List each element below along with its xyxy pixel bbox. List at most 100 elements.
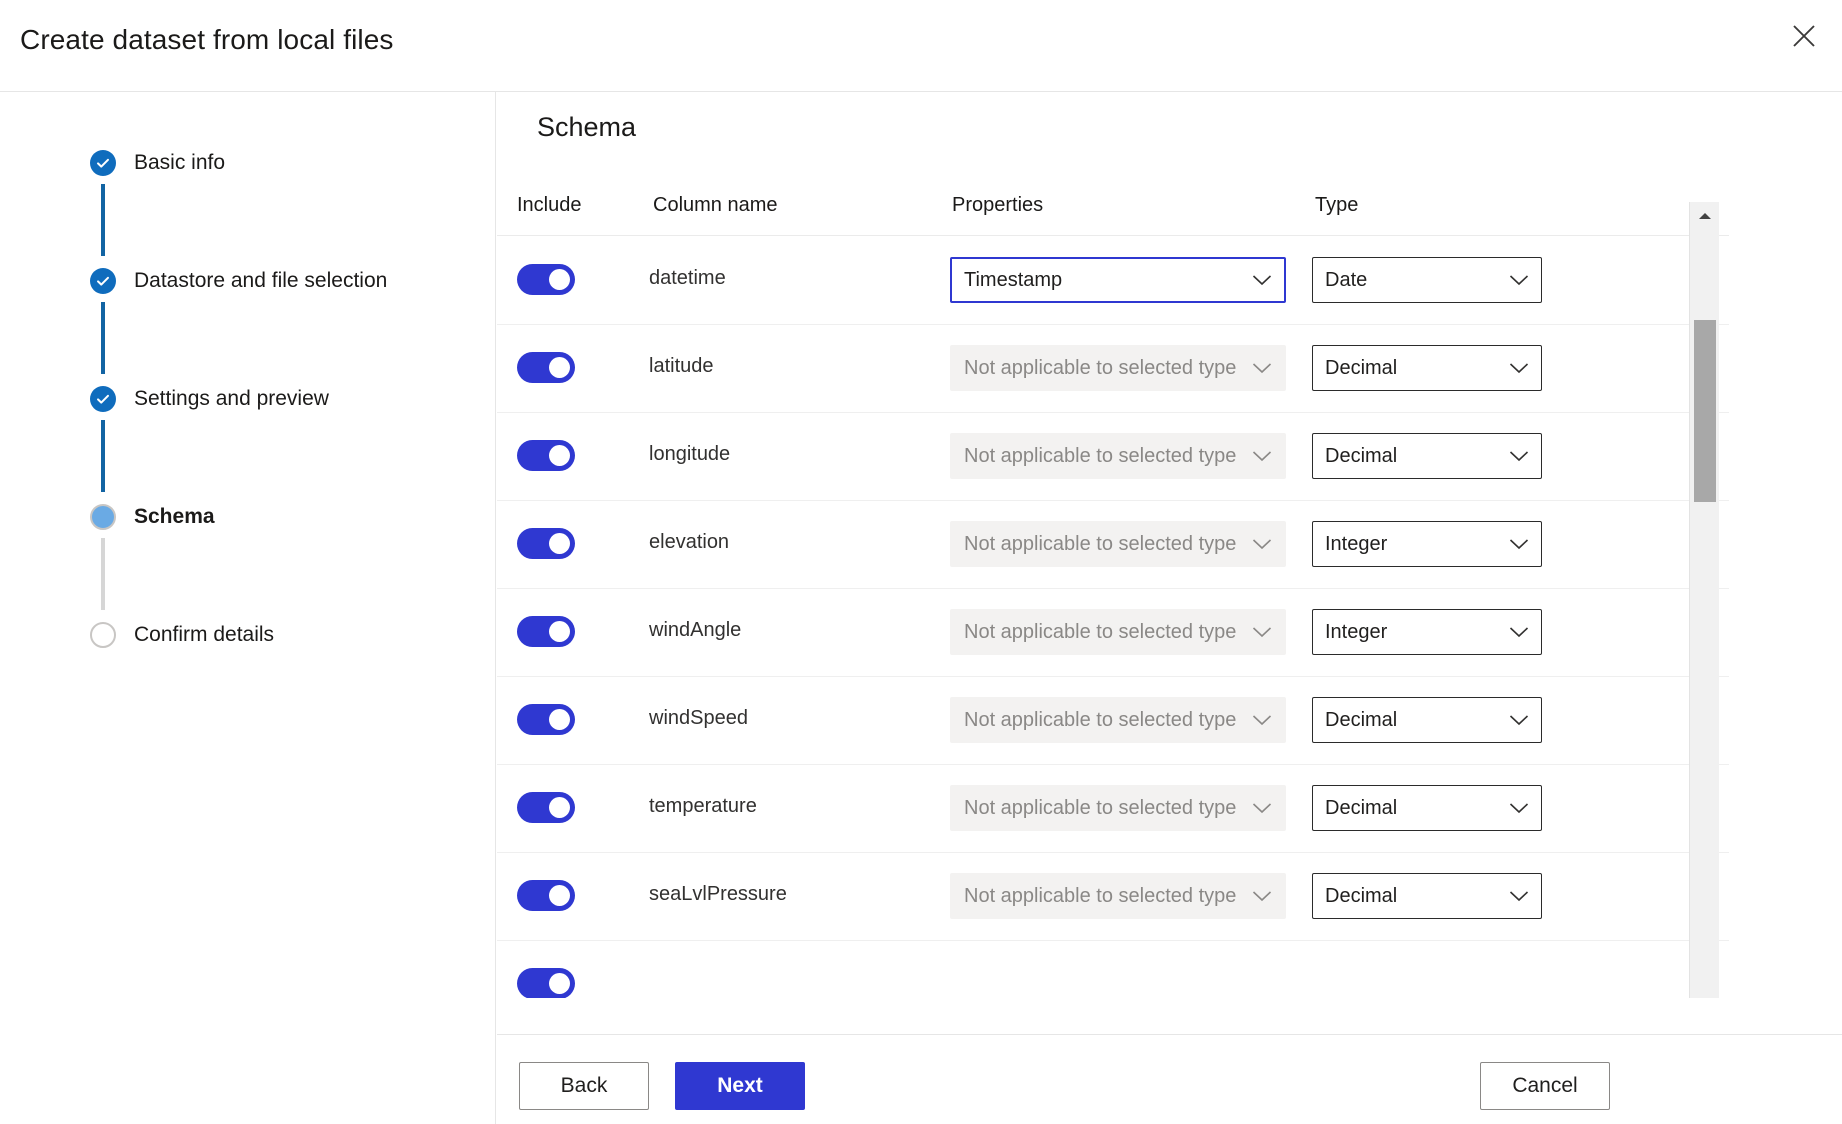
table-row: windSpeed Not applicable to selected type…: [497, 677, 1729, 765]
type-dropdown-value: Decimal: [1313, 357, 1397, 380]
properties-dropdown-value: Not applicable to selected type: [950, 445, 1236, 468]
properties-dropdown-value: Timestamp: [952, 269, 1062, 292]
table-row: seaLvlPressure Not applicable to selected…: [497, 853, 1729, 941]
type-dropdown[interactable]: Decimal: [1312, 697, 1542, 743]
toggle-knob: [549, 709, 570, 730]
include-toggle[interactable]: [517, 880, 575, 911]
type-dropdown-value: Decimal: [1313, 709, 1397, 732]
wizard-rail: Basic info Datastore and file selection: [0, 92, 496, 1124]
schema-table: Include Column name Properties Type date…: [497, 154, 1729, 998]
properties-dropdown-value: Not applicable to selected type: [950, 885, 1236, 908]
properties-dropdown[interactable]: Not applicable to selected type: [950, 521, 1286, 567]
chevron-down-icon: [1509, 450, 1529, 463]
close-button[interactable]: [1780, 12, 1828, 60]
table-row: latitudeNot applicable to selected typeD…: [497, 325, 1729, 413]
include-toggle[interactable]: [517, 792, 575, 823]
column-name-cell: longitude: [649, 443, 730, 466]
type-dropdown-value: Decimal: [1313, 445, 1397, 468]
properties-dropdown[interactable]: Timestamp: [950, 257, 1286, 303]
chevron-down-icon: [1252, 714, 1272, 727]
caret-up-icon: [1698, 208, 1712, 226]
table-row: elevation Not applicable to selected type…: [497, 501, 1729, 589]
properties-dropdown[interactable]: Not applicable to selected type: [950, 433, 1286, 479]
schema-table-body: datetime Timestamp Date latitudeNot applica…: [497, 237, 1729, 998]
column-name-cell: datetime: [649, 267, 726, 290]
section-title: Schema: [537, 112, 636, 143]
include-toggle[interactable]: [517, 352, 575, 383]
properties-dropdown[interactable]: Not applicable to selected type: [950, 785, 1286, 831]
wizard-step-label: Basic info: [134, 150, 225, 176]
cancel-button[interactable]: Cancel: [1480, 1062, 1610, 1110]
step-connector: [101, 538, 105, 610]
chevron-down-icon: [1252, 274, 1272, 287]
chevron-down-icon: [1252, 890, 1272, 903]
column-name-cell: seaLvlPressure: [649, 883, 787, 906]
column-header-include: Include: [517, 194, 582, 217]
type-dropdown-value: Date: [1313, 269, 1367, 292]
properties-dropdown[interactable]: Not applicable to selected type: [950, 345, 1286, 391]
chevron-down-icon: [1252, 538, 1272, 551]
properties-dropdown[interactable]: Not applicable to selected type: [950, 609, 1286, 655]
step-connector: [101, 184, 105, 256]
main-panel: Schema Include Column name Properties Ty…: [497, 92, 1842, 1124]
column-header-column-name: Column name: [653, 194, 778, 217]
type-dropdown[interactable]: Integer: [1312, 521, 1542, 567]
vertical-scrollbar[interactable]: [1689, 202, 1719, 998]
type-dropdown[interactable]: Decimal: [1312, 785, 1542, 831]
toggle-knob: [549, 269, 570, 290]
properties-dropdown[interactable]: Not applicable to selected type: [950, 873, 1286, 919]
scroll-up-button[interactable]: [1690, 202, 1720, 232]
back-button[interactable]: Back: [519, 1062, 649, 1110]
type-dropdown-value: Decimal: [1313, 797, 1397, 820]
table-row: [497, 941, 1729, 998]
include-toggle[interactable]: [517, 704, 575, 735]
include-toggle[interactable]: [517, 528, 575, 559]
include-toggle[interactable]: [517, 440, 575, 471]
include-toggle[interactable]: [517, 264, 575, 295]
toggle-knob: [549, 445, 570, 466]
column-name-cell: windSpeed: [649, 707, 748, 730]
chevron-down-icon: [1509, 714, 1529, 727]
toggle-knob: [549, 885, 570, 906]
vertical-scrollbar-thumb[interactable]: [1694, 320, 1716, 502]
chevron-down-icon: [1252, 362, 1272, 375]
type-dropdown-value: Decimal: [1313, 885, 1397, 908]
chevron-down-icon: [1509, 538, 1529, 551]
type-dropdown[interactable]: Decimal: [1312, 873, 1542, 919]
type-dropdown[interactable]: Date: [1312, 257, 1542, 303]
wizard-step-label: Schema: [134, 504, 215, 530]
table-row: temperatureNot applicable to selected ty…: [497, 765, 1729, 853]
chevron-down-icon: [1509, 626, 1529, 639]
chevron-down-icon: [1252, 626, 1272, 639]
next-button[interactable]: Next: [675, 1062, 805, 1110]
type-dropdown[interactable]: Integer: [1312, 609, 1542, 655]
table-row: longitude Not applicable to selected type…: [497, 413, 1729, 501]
include-toggle[interactable]: [517, 616, 575, 647]
column-name-cell: elevation: [649, 531, 729, 554]
chevron-down-icon: [1509, 274, 1529, 287]
column-name-cell: windAngle: [649, 619, 741, 642]
table-row: datetime Timestamp Date: [497, 237, 1729, 325]
include-toggle[interactable]: [517, 968, 575, 998]
chevron-down-icon: [1509, 802, 1529, 815]
type-dropdown-value: Integer: [1313, 533, 1387, 556]
type-dropdown[interactable]: Decimal: [1312, 345, 1542, 391]
dialog-footer: Back Next Cancel: [497, 1048, 1842, 1124]
properties-dropdown-value: Not applicable to selected type: [950, 709, 1236, 732]
type-dropdown[interactable]: Decimal: [1312, 433, 1542, 479]
schema-table-header: Include Column name Properties Type: [497, 154, 1729, 236]
properties-dropdown-value: Not applicable to selected type: [950, 797, 1236, 820]
step-status-current-icon: [90, 504, 116, 530]
wizard-step-label: Settings and preview: [134, 386, 329, 412]
type-dropdown-value: Integer: [1313, 621, 1387, 644]
table-row: windAngle Not applicable to selected type…: [497, 589, 1729, 677]
create-dataset-dialog: Create dataset from local files Basic in…: [0, 0, 1842, 1124]
step-connector: [101, 302, 105, 374]
step-status-checkmark-icon: [90, 386, 116, 412]
step-status-checkmark-icon: [90, 268, 116, 294]
toggle-knob: [549, 357, 570, 378]
step-status-checkmark-icon: [90, 150, 116, 176]
properties-dropdown[interactable]: Not applicable to selected type: [950, 697, 1286, 743]
wizard-step-label: Confirm details: [134, 622, 274, 648]
toggle-knob: [549, 797, 570, 818]
